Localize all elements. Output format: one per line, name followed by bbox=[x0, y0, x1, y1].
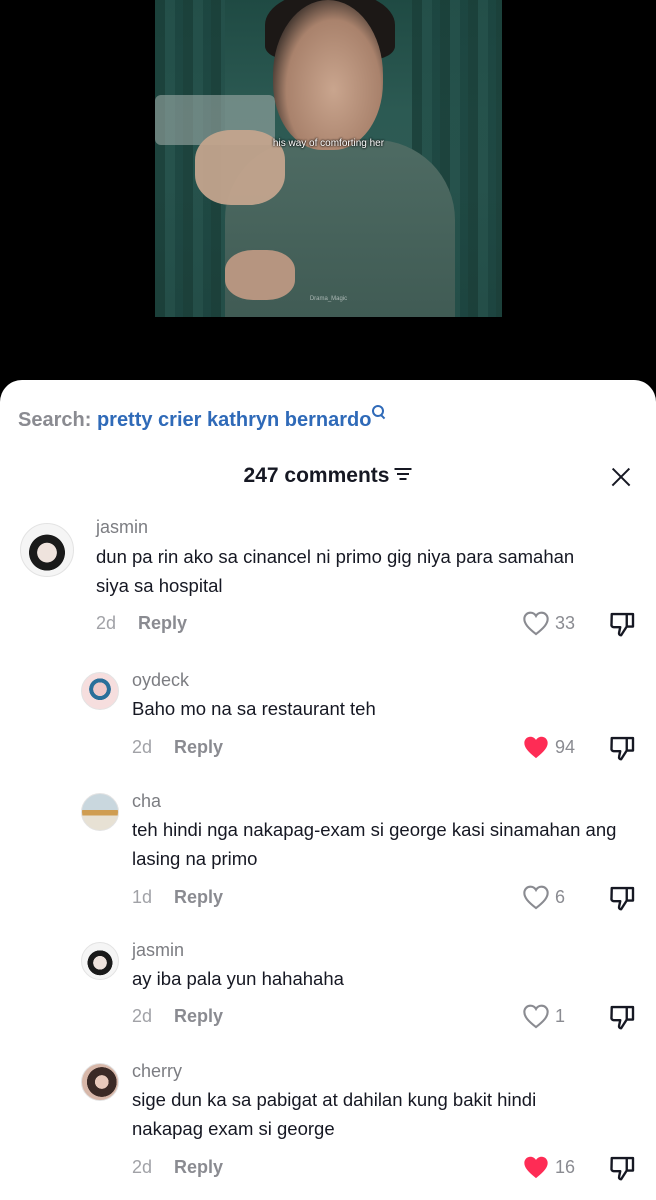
video-player[interactable]: his way of comforting her Drama_Magic bbox=[0, 0, 656, 392]
reply-button[interactable]: Reply bbox=[174, 887, 223, 907]
heart-outline-icon bbox=[523, 885, 549, 910]
search-prefix: Search: bbox=[18, 409, 92, 431]
comment-meta: 2d Reply bbox=[132, 737, 223, 758]
comments-sheet: Search: pretty crier kathryn bernardo 24… bbox=[0, 380, 656, 1200]
heart-filled-icon bbox=[524, 1156, 548, 1179]
avatar[interactable] bbox=[20, 523, 74, 577]
video-caption: his way of comforting her bbox=[272, 138, 385, 149]
like-count: 33 bbox=[555, 612, 576, 633]
reply-button[interactable]: Reply bbox=[138, 613, 187, 633]
comment-meta: 1d Reply bbox=[132, 887, 223, 908]
search-icon[interactable] bbox=[372, 405, 385, 418]
comments-header: 247 comments bbox=[0, 464, 656, 488]
reply-button[interactable]: Reply bbox=[174, 1157, 223, 1177]
comment-meta: 2d Reply bbox=[132, 1006, 223, 1027]
like-count: 16 bbox=[555, 1156, 576, 1177]
comment-text: teh hindi nga nakapag-exam si george kas… bbox=[132, 819, 617, 869]
dislike-icon[interactable] bbox=[608, 610, 638, 638]
like-count: 6 bbox=[555, 886, 566, 907]
comment-username[interactable]: cherry bbox=[132, 1061, 182, 1082]
comment-text: dun pa rin ako sa cinancel ni primo gig … bbox=[96, 546, 575, 596]
filter-icon[interactable] bbox=[394, 468, 412, 481]
video-frame[interactable]: his way of comforting her Drama_Magic bbox=[155, 0, 502, 317]
search-suggestion[interactable]: Search: pretty crier kathryn bernardo bbox=[18, 405, 385, 432]
avatar[interactable] bbox=[81, 793, 119, 831]
comment-age: 2d bbox=[96, 613, 117, 633]
comment-age: 1d bbox=[132, 887, 153, 907]
comment-age: 2d bbox=[132, 1006, 153, 1026]
close-icon[interactable] bbox=[610, 466, 632, 488]
dislike-icon[interactable] bbox=[608, 884, 638, 912]
comment-text: Baho mo na sa restaurant teh bbox=[132, 698, 376, 719]
reply-button[interactable]: Reply bbox=[174, 737, 223, 757]
person-face bbox=[273, 0, 383, 150]
heart-filled-icon bbox=[524, 736, 548, 759]
comment-meta: 2d Reply bbox=[132, 1157, 223, 1178]
dislike-icon[interactable] bbox=[608, 1154, 638, 1182]
avatar[interactable] bbox=[81, 942, 119, 980]
comment-username[interactable]: jasmin bbox=[132, 940, 184, 961]
comment-text: ay iba pala yun hahahaha bbox=[132, 968, 344, 989]
dislike-icon[interactable] bbox=[608, 1003, 638, 1031]
search-query-link[interactable]: pretty crier kathryn bernardo bbox=[97, 409, 372, 431]
comment-age: 2d bbox=[132, 737, 153, 757]
like-button[interactable]: 33 bbox=[522, 610, 575, 636]
comment-meta: 2d Reply bbox=[96, 613, 187, 634]
comment-username[interactable]: jasmin bbox=[96, 517, 148, 538]
dislike-icon[interactable] bbox=[608, 734, 638, 762]
comment-age: 2d bbox=[132, 1157, 153, 1177]
arm bbox=[225, 250, 295, 300]
avatar[interactable] bbox=[81, 672, 119, 710]
comment-username[interactable]: cha bbox=[132, 791, 161, 812]
comment-username[interactable]: oydeck bbox=[132, 670, 189, 691]
like-button[interactable]: 16 bbox=[522, 1154, 575, 1180]
video-watermark: Drama_Magic bbox=[309, 296, 348, 302]
like-button[interactable]: 94 bbox=[522, 734, 575, 760]
heart-outline-icon bbox=[523, 1004, 549, 1029]
like-count: 1 bbox=[555, 1005, 566, 1026]
like-button[interactable]: 6 bbox=[522, 884, 565, 910]
heart-outline-icon bbox=[523, 611, 549, 636]
avatar[interactable] bbox=[81, 1063, 119, 1101]
like-button[interactable]: 1 bbox=[522, 1003, 565, 1029]
comments-count: 247 comments bbox=[243, 464, 390, 487]
reply-button[interactable]: Reply bbox=[174, 1006, 223, 1026]
comment-text: sige dun ka sa pabigat at dahilan kung b… bbox=[132, 1089, 537, 1139]
like-count: 94 bbox=[555, 736, 576, 757]
